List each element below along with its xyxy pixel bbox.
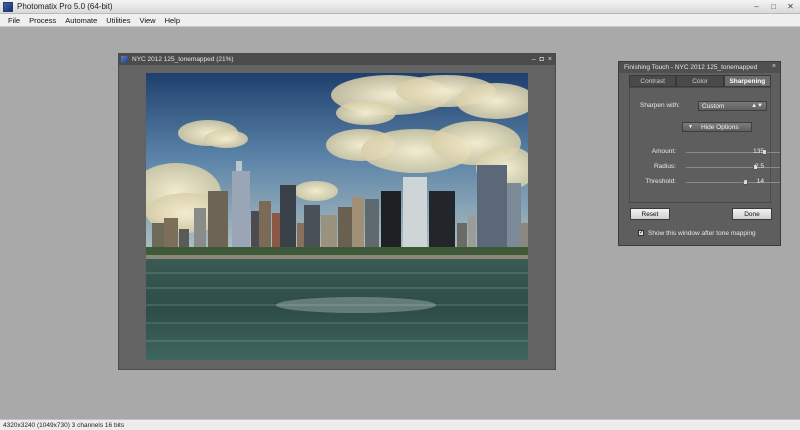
finishing-touch-panel: Finishing Touch - NYC 2012 125_tonemappe… [618, 61, 781, 246]
threshold-label: Threshold: [645, 178, 676, 185]
collapse-triangle-icon: ▼ [688, 124, 693, 130]
document-close-icon[interactable]: × [548, 55, 552, 64]
document-window-controls: – ◘ × [532, 55, 552, 64]
sharpen-method-dropdown[interactable]: Custom ▲▼ [698, 101, 767, 111]
hide-options-label: Hide Options [701, 124, 739, 131]
document-titlebar[interactable]: NYC 2012 125_tonemapped (21%) – ◘ × [119, 54, 555, 65]
skyline-photo-image [146, 73, 528, 360]
threshold-slider-track[interactable] [686, 179, 780, 185]
menu-help[interactable]: Help [161, 14, 185, 26]
menu-view[interactable]: View [135, 14, 160, 26]
maximize-icon[interactable]: □ [768, 1, 779, 12]
app-titlebar: Photomatix Pro 5.0 (64-bit) – □ ✕ [0, 0, 800, 14]
document-restore-icon[interactable]: ◘ [540, 55, 544, 64]
radius-value: 2.5 [754, 163, 764, 170]
window-controls: – □ ✕ [751, 1, 796, 12]
document-minimize-icon[interactable]: – [532, 55, 536, 64]
threshold-value: 14 [756, 178, 764, 185]
reset-button[interactable]: Reset [630, 208, 670, 220]
amount-label: Amount: [651, 148, 676, 155]
sharpening-settings: Sharpen with: Custom ▲▼ ▼ Hide Options A… [629, 87, 780, 203]
tab-sharpening[interactable]: Sharpening [723, 75, 771, 87]
image-info-status: 4320x3240 (1049x730) 3 channels 16 bits [3, 422, 125, 429]
menu-bar: File Process Automate Utilities View Hel… [0, 14, 800, 27]
show-window-label: Show this window after tone mapping [648, 230, 756, 237]
minimize-icon[interactable]: – [751, 1, 762, 12]
show-window-checkbox[interactable]: ✓ [638, 230, 644, 236]
finishing-touch-titlebar[interactable]: Finishing Touch - NYC 2012 125_tonemappe… [619, 62, 780, 73]
finishing-touch-tabs: Contrast Color Sharpening [629, 75, 771, 87]
menu-automate[interactable]: Automate [61, 14, 102, 26]
close-icon[interactable]: ✕ [785, 1, 796, 12]
menu-utilities[interactable]: Utilities [102, 14, 135, 26]
app-title: Photomatix Pro 5.0 (64-bit) [17, 2, 113, 11]
dropdown-arrow-icon: ▲▼ [751, 103, 763, 109]
tonemapped-photo [146, 73, 528, 360]
amount-value: 135 [753, 148, 764, 155]
finishing-touch-title: Finishing Touch - NYC 2012 125_tonemappe… [624, 64, 758, 71]
amount-slider-track[interactable] [686, 149, 780, 155]
radius-label: Radius: [653, 163, 676, 170]
tab-color[interactable]: Color [676, 75, 724, 87]
status-bar: 4320x3240 (1049x730) 3 channels 16 bits [0, 419, 800, 430]
sharpen-with-label: Sharpen with: [640, 102, 680, 109]
menu-process[interactable]: Process [25, 14, 61, 26]
finishing-touch-close-icon[interactable]: × [772, 63, 776, 70]
hide-options-button[interactable]: ▼ Hide Options [682, 122, 752, 132]
app-logo-icon [3, 2, 13, 12]
radius-slider-track[interactable] [686, 164, 780, 170]
done-button[interactable]: Done [732, 208, 772, 220]
menu-file[interactable]: File [4, 14, 25, 26]
document-icon [121, 56, 128, 63]
document-title: NYC 2012 125_tonemapped (21%) [132, 56, 234, 63]
tab-contrast[interactable]: Contrast [629, 75, 677, 87]
sharpen-method-value: Custom [702, 103, 725, 110]
